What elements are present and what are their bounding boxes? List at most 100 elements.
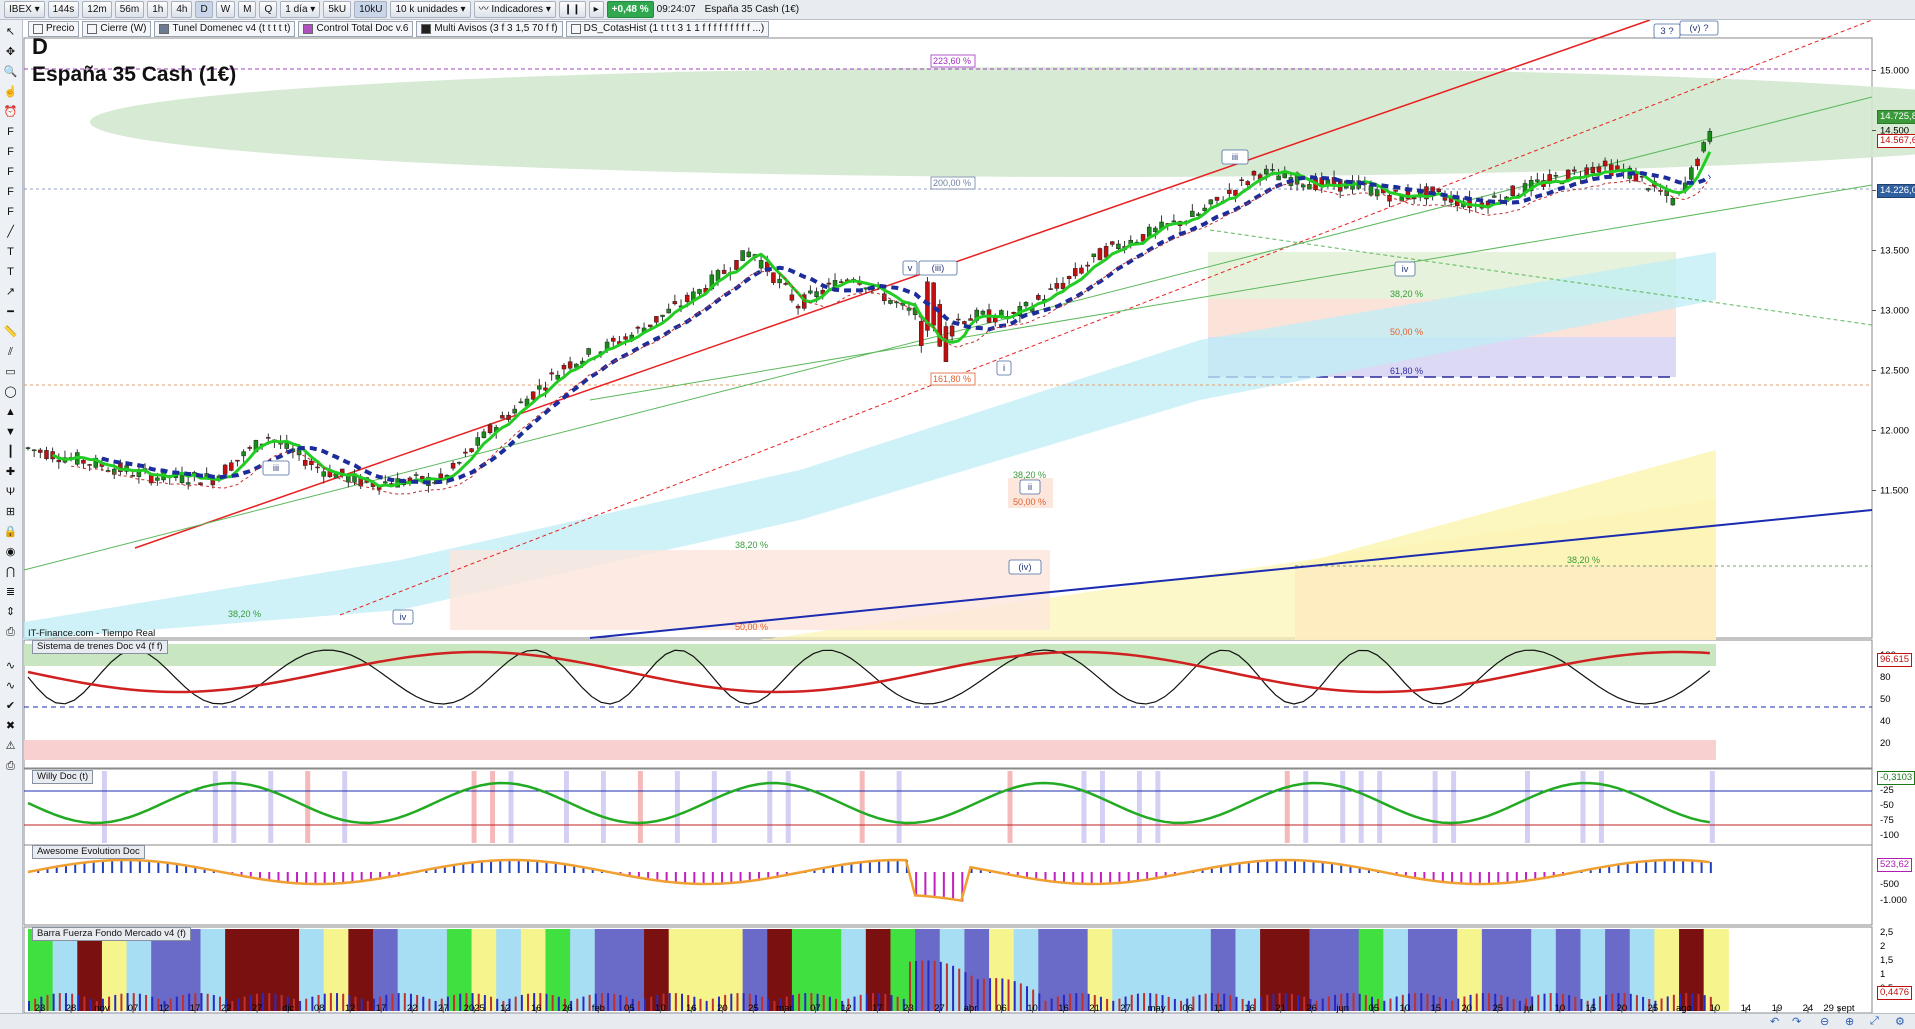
panel-title-awesome[interactable]: Awesome Evolution Doc — [32, 845, 145, 859]
panel-title-willy[interactable]: Willy Doc (t) — [32, 770, 94, 784]
warning-tool-icon[interactable]: ⚠ — [3, 740, 18, 753]
unit-5k[interactable]: 5kU — [323, 1, 352, 18]
undo-icon[interactable]: ↶ — [1770, 1015, 1779, 1028]
tf-q[interactable]: Q — [259, 1, 278, 18]
cross-tool-icon[interactable]: ✚ — [3, 466, 18, 479]
zoom-tool-icon[interactable]: 🔍 — [3, 66, 18, 79]
panel4-regime-bar — [1235, 929, 1261, 1011]
panel2-bar — [1432, 771, 1438, 843]
panel4-force-bar — [952, 965, 955, 1011]
ray-tool-icon[interactable]: ↗ — [3, 286, 18, 299]
cursor-tool-icon[interactable]: ↖ — [3, 26, 18, 39]
panel4-force-bar — [668, 993, 671, 1011]
zoom-out-icon[interactable]: ⊖ — [1820, 1015, 1829, 1028]
move-tool-icon[interactable]: ✥ — [3, 46, 18, 59]
unit-count-select[interactable]: 10 k unidades ▾ — [390, 1, 471, 18]
unit-10k[interactable]: 10kU — [354, 1, 388, 18]
tf-m[interactable]: M — [238, 1, 257, 18]
tf-w[interactable]: W — [215, 1, 236, 18]
zoom-in-icon[interactable]: ⊕ — [1845, 1015, 1854, 1028]
snapshot-tool-icon[interactable]: ⎙ — [3, 626, 18, 639]
period-select[interactable]: 1 día ▾ — [280, 1, 321, 18]
candle-body — [623, 336, 628, 340]
panel2-bar — [1598, 771, 1604, 843]
panel4-force-bar — [1327, 996, 1330, 1011]
tf-56m[interactable]: 56m — [114, 1, 145, 18]
fib-fan-tool-icon[interactable]: F — [3, 186, 18, 199]
channel-tool-icon[interactable]: ⫽ — [3, 346, 18, 359]
panel4-force-bar — [169, 998, 172, 1011]
panel4-force-bar — [397, 993, 400, 1011]
candle-body — [1615, 165, 1620, 170]
redo-icon[interactable]: ↷ — [1792, 1015, 1801, 1028]
vline-tool-icon[interactable]: ┃ — [3, 446, 18, 459]
panel3-bar — [138, 860, 141, 873]
fit-icon[interactable]: ⤢ — [1870, 1015, 1879, 1028]
ruler-tool-icon[interactable]: 📏 — [3, 326, 18, 339]
arrow-down-tool-icon[interactable]: ▼ — [3, 426, 18, 439]
text-tool-icon[interactable]: T — [3, 246, 18, 259]
candle-body — [87, 464, 92, 466]
wave2-tool-icon[interactable]: ∿ — [3, 680, 18, 693]
ellipse-tool-icon[interactable]: ◯ — [3, 386, 18, 399]
indicator-tab-tunel[interactable]: Tunel Domenec v4 (t t t t t) — [154, 21, 296, 37]
indicators-button[interactable]: 〰 Indicadores ▾ — [473, 1, 556, 18]
layers-tool-icon[interactable]: ≣ — [3, 586, 18, 599]
indicator-tab-control-total[interactable]: Control Total Doc v.6 — [298, 21, 414, 37]
tf-1h[interactable]: 1h — [147, 1, 169, 18]
checkbox-icon — [33, 24, 43, 34]
delete-tool-icon[interactable]: ✖ — [3, 720, 18, 733]
panel-title-trenes[interactable]: Sistema de trenes Doc v4 (f f) — [32, 640, 168, 654]
candle-body — [247, 447, 253, 449]
candle-body — [586, 348, 591, 355]
panel4-regime-bar — [1432, 929, 1458, 1011]
candle-body — [1116, 243, 1121, 249]
gann-tool-icon[interactable]: ⊞ — [3, 506, 18, 519]
panel-title-barra[interactable]: Barra Fuerza Fondo Mercado v4 (f) — [32, 927, 191, 941]
candle-body — [1103, 246, 1109, 258]
panel4-force-bar — [1321, 998, 1324, 1011]
check-tool-icon[interactable]: ✔ — [3, 700, 18, 713]
chart-canvas[interactable]: 15.00014.50014.00013.50013.00012.50012.0… — [0, 0, 1915, 1029]
shape-tool-icon[interactable]: ▭ — [3, 366, 18, 379]
fib-ext-tool-icon[interactable]: F — [3, 146, 18, 159]
trendline-tool-icon[interactable]: ╱ — [3, 226, 18, 239]
pointer-tool-icon[interactable]: ☝ — [3, 86, 18, 99]
pitchfork-tool-icon[interactable]: Ψ — [3, 486, 18, 499]
hline-tool-icon[interactable]: ━ — [3, 306, 18, 319]
indicator-tab-multi-avisos[interactable]: Multi Avisos (3 f 3 1,5 70 f f) — [416, 21, 563, 37]
fib-arc-tool-icon[interactable]: F — [3, 206, 18, 219]
pause-button[interactable]: ❙❙ — [558, 1, 586, 18]
text2-tool-icon[interactable]: T — [3, 266, 18, 279]
candle-body — [949, 325, 955, 337]
candle-body — [1054, 283, 1060, 289]
panel2-tick: -25 — [1880, 785, 1894, 796]
panel1-value-badge: 96,615 — [1877, 653, 1913, 667]
arrow-up-tool-icon[interactable]: ▲ — [3, 406, 18, 419]
symbol-select[interactable]: IBEX ▾ — [4, 1, 45, 18]
panel4-force-bar — [1198, 994, 1201, 1011]
candle-body — [980, 310, 986, 315]
tf-4h[interactable]: 4h — [171, 1, 193, 18]
indicator-tab-cierre[interactable]: Cierre (W) — [82, 21, 152, 37]
alarm-tool-icon[interactable]: ⏰ — [3, 106, 18, 119]
printer-tool-icon[interactable]: ⎙ — [3, 760, 18, 773]
fib-time-tool-icon[interactable]: F — [3, 166, 18, 179]
arrow-button[interactable]: ▸ — [588, 1, 604, 18]
fib-tool-icon[interactable]: F — [3, 126, 18, 139]
wave-tool-icon[interactable]: ∿ — [3, 660, 18, 673]
tf-12m[interactable]: 12m — [82, 1, 112, 18]
magnet-tool-icon[interactable]: ⋂ — [3, 566, 18, 579]
lock-tool-icon[interactable]: 🔒 — [3, 526, 18, 539]
indicator-tab-cotashist[interactable]: DS_CotasHist (1 t t t 3 1 1 f f f f f f … — [565, 21, 770, 37]
settings-icon[interactable]: ⚙ — [1895, 1015, 1905, 1028]
panel3-bar — [527, 860, 530, 873]
panel4-force-bar — [1605, 994, 1608, 1011]
panel4-force-bar — [231, 1000, 234, 1011]
tf-144s[interactable]: 144s — [47, 1, 80, 18]
measure-tool-icon[interactable]: ⇕ — [3, 606, 18, 619]
tf-d[interactable]: D — [195, 1, 213, 18]
eye-tool-icon[interactable]: ◉ — [3, 546, 18, 559]
candle-body — [475, 437, 480, 446]
panel2-bar — [1136, 771, 1142, 843]
